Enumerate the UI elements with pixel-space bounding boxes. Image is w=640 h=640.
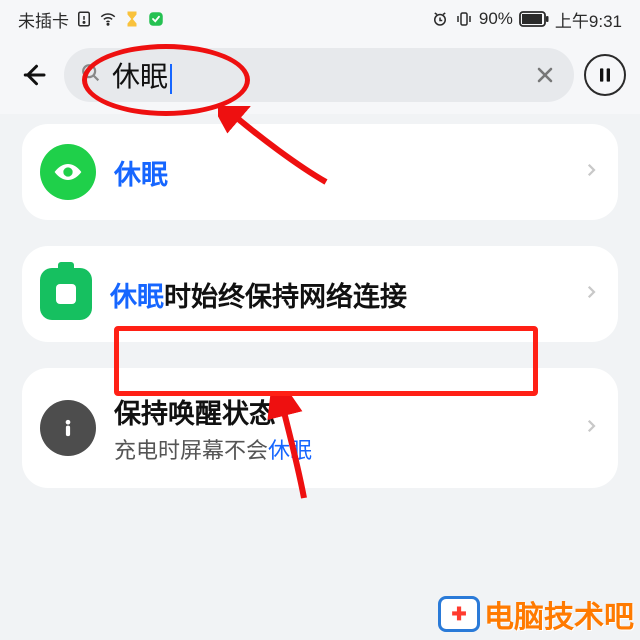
- vibrate-icon: [455, 10, 473, 28]
- result-item-keep-network[interactable]: 休眠时始终保持网络连接: [22, 246, 618, 342]
- chevron-right-icon: [582, 161, 600, 184]
- wifi-icon: [99, 10, 117, 28]
- watermark-text: 电脑技术吧: [484, 592, 634, 636]
- text-caret: [170, 64, 172, 94]
- app-icon: [147, 10, 165, 28]
- result-subtitle: 充电时屏幕不会休眠: [114, 433, 564, 465]
- watermark: ✚ 电脑技术吧: [438, 592, 634, 636]
- result-body: 休眠时始终保持网络连接: [110, 275, 564, 314]
- clock-label: 上午9:31: [555, 7, 622, 32]
- chevron-right-icon: [582, 417, 600, 440]
- status-left: 未插卡: [18, 7, 165, 32]
- eye-icon: [40, 144, 96, 200]
- hourglass-icon: [123, 10, 141, 28]
- result-item-sleep[interactable]: 休眠: [22, 124, 618, 220]
- back-button[interactable]: [14, 55, 54, 95]
- battery-icon: [40, 268, 92, 320]
- sim-alert-icon: [75, 10, 93, 28]
- result-title: 保持唤醒状态: [114, 392, 564, 431]
- voice-pause-button[interactable]: [584, 54, 626, 96]
- search-box[interactable]: 休眠: [64, 48, 574, 102]
- search-header: 休眠: [0, 38, 640, 114]
- alarm-icon: [431, 10, 449, 28]
- results-list: 休眠 休眠时始终保持网络连接 保持唤醒状态 充电时屏幕不会休眠: [0, 114, 640, 488]
- result-item-keep-awake[interactable]: 保持唤醒状态 充电时屏幕不会休眠: [22, 368, 618, 488]
- status-right: 90% 上午9:31: [431, 7, 622, 32]
- watermark-logo-icon: ✚: [438, 596, 480, 632]
- info-icon: [40, 400, 96, 456]
- search-input[interactable]: 休眠: [112, 55, 522, 95]
- battery-percent: 90%: [479, 9, 513, 29]
- no-sim-label: 未插卡: [18, 7, 69, 32]
- clear-button[interactable]: [532, 62, 558, 88]
- result-body: 休眠: [114, 153, 564, 192]
- chevron-right-icon: [582, 283, 600, 306]
- result-title: 休眠时始终保持网络连接: [110, 275, 564, 314]
- result-title: 休眠: [114, 153, 564, 192]
- result-body: 保持唤醒状态 充电时屏幕不会休眠: [114, 392, 564, 465]
- status-bar: 未插卡 90% 上午9:31: [0, 0, 640, 38]
- battery-icon: [519, 11, 549, 27]
- search-icon: [80, 62, 102, 89]
